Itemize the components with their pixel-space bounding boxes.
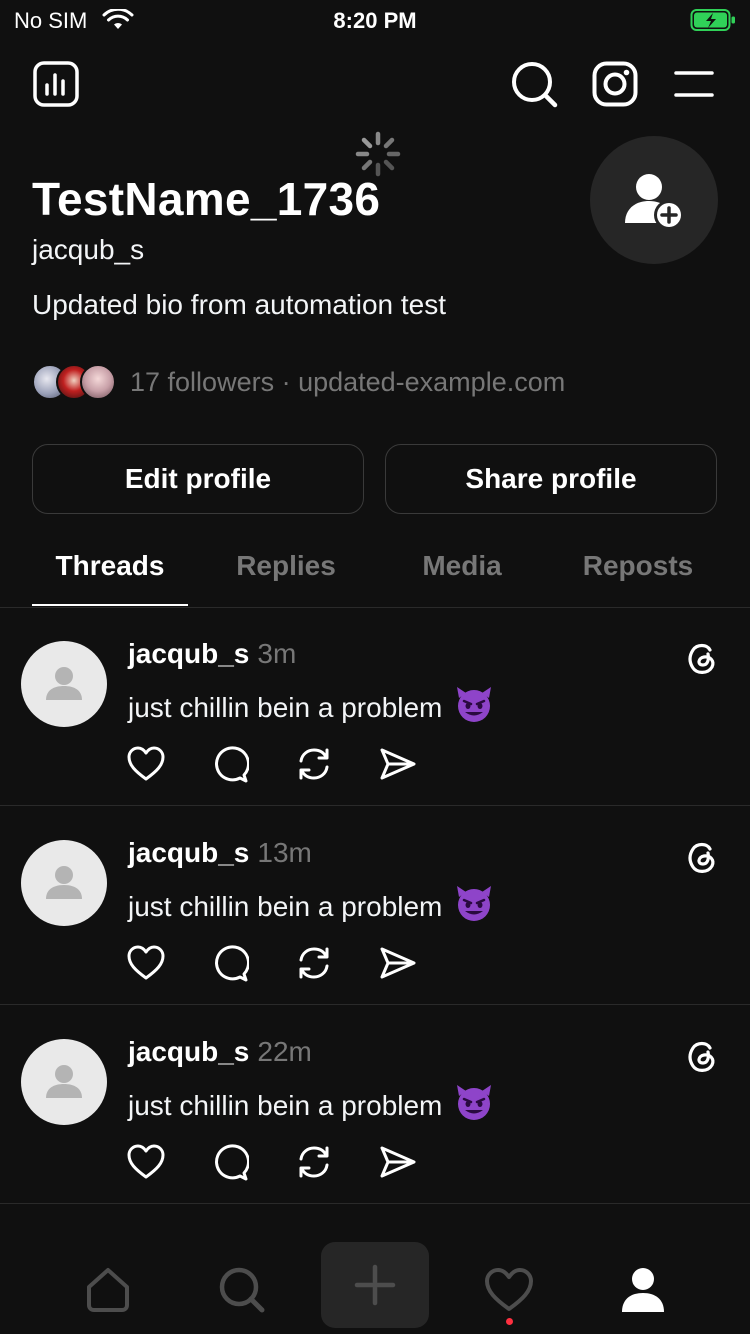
share-profile-button[interactable]: Share profile [385,444,717,514]
profile-display-name: TestName_1736 [32,173,381,225]
profile-username: jacqub_s [32,234,145,265]
create-icon[interactable] [321,1242,429,1328]
post-timestamp: 3m [257,638,297,669]
threads-logo-icon[interactable] [684,1038,720,1074]
default-avatar-icon [46,667,82,700]
smiling-devil-emoji-icon [454,684,494,731]
battery-icon [690,8,738,37]
post-username[interactable]: jacqub_s [128,1036,249,1067]
loading-spinner-icon [354,130,402,178]
profile-bio: Updated bio from automation test [32,289,447,320]
tab-threads[interactable]: Threads [32,550,188,608]
repost-icon[interactable] [294,744,334,784]
share-send-icon[interactable] [378,744,418,784]
repost-icon[interactable] [294,943,334,983]
add-user-icon [625,174,684,230]
share-send-icon[interactable] [378,1142,418,1182]
avatar[interactable] [21,840,107,926]
comment-icon[interactable] [210,1142,250,1182]
like-heart-icon[interactable] [126,1142,166,1182]
post-actions [126,744,462,784]
post-username[interactable]: jacqub_s [128,638,249,669]
post-body: just chillin bein a problem [128,890,443,922]
post-header: jacqub_s 3m [128,638,296,670]
add-profile-photo-avatar[interactable] [590,136,718,264]
post-username[interactable]: jacqub_s [128,837,249,868]
bottom-navigation [0,1234,750,1334]
post-text: just chillin bein a problem [128,684,494,731]
clock: 8:20 PM [333,8,417,33]
default-avatar-icon [46,866,82,899]
default-avatar-icon [46,1065,82,1098]
active-tab-indicator [32,604,188,606]
avatar[interactable] [21,1039,107,1125]
tab-reposts[interactable]: Reposts [560,550,716,608]
follower-avatar [80,364,116,400]
status-bar: No SIM 8:20 PM [0,0,750,40]
smiling-devil-emoji-icon [454,1082,494,1129]
repost-icon[interactable] [294,1142,334,1182]
thread-post[interactable]: jacqub_s 13m just chillin bein a problem [0,807,750,1005]
home-icon[interactable] [72,1254,144,1326]
thread-post[interactable]: jacqub_s 3m just chillin bein a problem [0,608,750,806]
post-header: jacqub_s 22m [128,1036,312,1068]
search-icon[interactable] [508,58,560,110]
post-header: jacqub_s 13m [128,837,312,869]
search-nav-icon[interactable] [206,1254,278,1326]
smiling-devil-emoji-icon [454,883,494,930]
post-actions [126,1142,462,1182]
post-text: just chillin bein a problem [128,883,494,930]
instagram-icon[interactable] [590,58,640,110]
followers-count-link[interactable]: 17 followers · updated-example.com [130,367,565,398]
tab-replies[interactable]: Replies [208,550,364,608]
activity-icon[interactable] [473,1254,545,1326]
share-send-icon[interactable] [378,943,418,983]
like-heart-icon[interactable] [126,744,166,784]
menu-icon[interactable] [672,64,716,104]
tab-media[interactable]: Media [384,550,540,608]
thread-post[interactable]: jacqub_s 22m just chillin bein a problem [0,1006,750,1204]
post-body: just chillin bein a problem [128,691,443,723]
comment-icon[interactable] [210,744,250,784]
post-actions [126,943,462,983]
profile-icon[interactable] [607,1254,679,1326]
insights-icon[interactable] [32,60,80,108]
post-body: just chillin bein a problem [128,1089,443,1121]
threads-logo-icon[interactable] [684,839,720,875]
post-text: just chillin bein a problem [128,1082,494,1129]
notification-dot [506,1318,513,1325]
followers-row[interactable]: 17 followers · updated-example.com [32,360,565,404]
threads-logo-icon[interactable] [684,640,720,676]
like-heart-icon[interactable] [126,943,166,983]
post-timestamp: 13m [257,837,312,868]
edit-profile-button[interactable]: Edit profile [32,444,364,514]
comment-icon[interactable] [210,943,250,983]
avatar[interactable] [21,641,107,727]
post-timestamp: 22m [257,1036,312,1067]
